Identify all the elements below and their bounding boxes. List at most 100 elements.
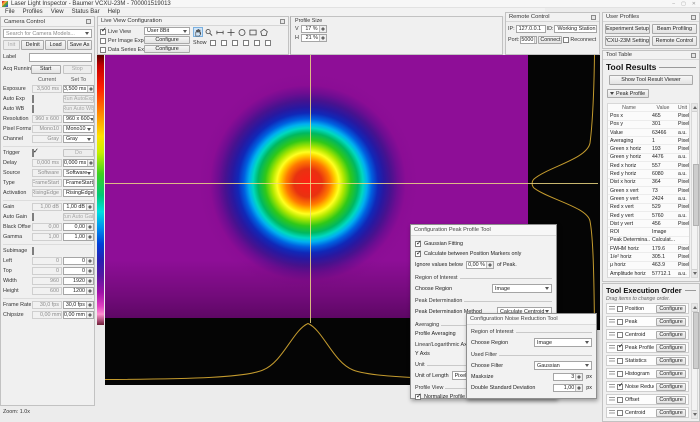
trigger-checkbox[interactable]	[32, 149, 34, 157]
camera-model-select[interactable]: Search for Camera Models...	[3, 29, 92, 38]
drag-handle-icon[interactable]	[609, 345, 615, 350]
drag-handle-icon[interactable]	[609, 410, 615, 415]
show-overlay-checkbox-1[interactable]	[210, 40, 216, 46]
subimage-checkbox[interactable]	[32, 247, 34, 255]
spin-down-icon[interactable]	[321, 29, 325, 31]
spin-up-icon[interactable]	[536, 37, 537, 39]
source-select[interactable]: Software	[63, 169, 94, 177]
configure-button[interactable]: Configure	[656, 305, 686, 313]
pixel-format-select[interactable]: Mono10	[63, 125, 94, 133]
close-icon[interactable]: ✕	[692, 1, 696, 7]
table-row[interactable]: Red y horiz6080a.u.	[608, 170, 689, 178]
width-spinner[interactable]: 1920	[63, 277, 94, 285]
spin-down-icon[interactable]	[577, 377, 581, 379]
show-tool-result-viewer-button[interactable]: Show Tool Result Viewer	[609, 75, 693, 85]
table-row[interactable]: Green x vert73Pixel	[608, 187, 689, 195]
channel-select[interactable]: Gray	[63, 135, 94, 143]
table-row[interactable]: Value63466a.u.	[608, 129, 689, 137]
per-image-export-checkbox[interactable]	[100, 38, 106, 44]
exec-order-scrollbar[interactable]	[691, 303, 698, 419]
chipsize-spinner[interactable]: 0,00 mm	[63, 311, 94, 319]
table-row[interactable]: Green y vert2424a.u.	[608, 195, 689, 203]
auto-exp-checkbox[interactable]	[32, 95, 34, 103]
profile-size-v-spinner[interactable]: 17 %	[301, 25, 327, 33]
per-image-configure-button[interactable]: Configure	[144, 36, 190, 44]
profile-size-h-spinner[interactable]: 21 %	[301, 34, 327, 42]
frame-rate-spinner[interactable]: 30,0 fps	[63, 301, 94, 309]
table-row[interactable]: Red y vert5760a.u.	[608, 212, 689, 220]
auto-gain-checkbox[interactable]	[32, 213, 34, 221]
table-row[interactable]: Amplitude horiz57712.1a.u.	[608, 270, 689, 278]
auto-exp-button[interactable]: Run AutoExp	[63, 95, 94, 103]
menu-item-status-bar[interactable]: Status Bar	[72, 9, 100, 15]
spinner-buttons[interactable]	[86, 258, 93, 264]
crosshair-vertical-line[interactable]	[310, 55, 311, 323]
pin-icon[interactable]	[691, 53, 696, 58]
choose-region-select[interactable]: Image	[492, 284, 552, 293]
table-row[interactable]: μ horiz463.9Pixel	[608, 262, 689, 270]
spinner-buttons[interactable]	[86, 302, 93, 308]
exec-item-checkbox[interactable]	[617, 319, 623, 325]
table-row[interactable]: Green x horiz193Pixel	[608, 145, 689, 153]
exec-item-statistics[interactable]: StatisticsConfigure	[606, 355, 689, 366]
noise-reduction-dialog-titlebar[interactable]: Configuration Noise Reduction Tool	[467, 314, 596, 325]
minimize-icon[interactable]: –	[672, 1, 675, 7]
experiment-setup-button[interactable]: Experiment Setup	[605, 24, 650, 34]
spinner-buttons[interactable]	[86, 278, 93, 284]
exec-item-histogram[interactable]: HistogramConfigure	[606, 368, 689, 379]
crosshair-icon[interactable]	[226, 27, 236, 37]
spin-down-icon[interactable]	[577, 388, 581, 390]
drag-handle-icon[interactable]	[609, 358, 615, 363]
table-row[interactable]: ROIImage	[608, 228, 689, 236]
spinner-buttons[interactable]	[86, 288, 93, 294]
spinner-buttons[interactable]	[87, 86, 94, 92]
drag-handle-icon[interactable]	[609, 319, 615, 324]
line-profile-icon[interactable]	[215, 27, 225, 37]
peak-profile-group-toggle[interactable]: Peak Profile	[607, 89, 649, 98]
scroll-down-icon[interactable]	[692, 269, 697, 277]
spin-down-icon[interactable]	[488, 265, 492, 267]
spinner-buttons[interactable]	[86, 234, 93, 240]
trigger-button[interactable]: Do	[63, 149, 94, 157]
spinner-buttons[interactable]	[86, 224, 93, 230]
menu-item-profiles[interactable]: Profiles	[23, 9, 43, 15]
show-overlay-checkbox-5[interactable]	[254, 40, 260, 46]
gaussian-fitting-checkbox[interactable]	[415, 241, 421, 247]
rectangle-icon[interactable]	[248, 27, 258, 37]
height-spinner[interactable]: 1200	[63, 287, 94, 295]
calc-between-markers-checkbox[interactable]	[415, 251, 421, 257]
show-overlay-checkbox-3[interactable]	[232, 40, 238, 46]
drag-handle-icon[interactable]	[609, 384, 615, 389]
spin-down-icon[interactable]	[321, 38, 325, 40]
pan-hand-icon[interactable]	[193, 27, 203, 37]
table-row[interactable]: Dist x horiz364Pixel	[608, 179, 689, 187]
tool-results-scrollbar[interactable]	[691, 103, 698, 278]
show-overlay-checkbox-4[interactable]	[243, 40, 249, 46]
label-input[interactable]	[29, 53, 92, 62]
exec-item-position[interactable]: PositionConfigure	[606, 303, 689, 314]
configure-button[interactable]: Configure	[656, 331, 686, 339]
exec-item-noise-reduction[interactable]: Noise ReductionConfigure	[606, 381, 689, 392]
reconnect-checkbox[interactable]	[563, 37, 569, 43]
peak-profile-dialog-titlebar[interactable]: Configuration Peak Profile Tool	[411, 225, 556, 236]
exec-item-checkbox[interactable]	[617, 397, 623, 403]
station-id-input[interactable]: Working Station 1	[554, 25, 597, 33]
exec-item-checkbox[interactable]	[617, 384, 623, 390]
scroll-up-icon[interactable]	[692, 104, 697, 112]
scrollbar-thumb[interactable]	[693, 164, 700, 226]
pin-icon[interactable]	[280, 19, 285, 24]
configure-button[interactable]: Configure	[656, 409, 686, 417]
ip-input[interactable]: 127.0.0.1	[516, 25, 546, 33]
auto-gain-button[interactable]: Run Auto Gain	[63, 213, 94, 221]
data-series-export-checkbox[interactable]	[100, 47, 106, 53]
table-row[interactable]: Averaging1Pixel	[608, 137, 689, 145]
port-spinner[interactable]: 5000	[520, 36, 537, 44]
table-row[interactable]: FWHM horiz179.6Pixel	[608, 245, 689, 253]
exec-item-peak-profile[interactable]: Peak ProfileConfigure	[606, 342, 689, 353]
maximize-icon[interactable]: ▢	[681, 1, 686, 7]
pin-icon[interactable]	[691, 15, 696, 20]
drag-handle-icon[interactable]	[609, 332, 615, 337]
auto-wb-button[interactable]: Run Auto WB	[63, 105, 94, 113]
top-spinner[interactable]: 0	[63, 267, 94, 275]
exec-item-checkbox[interactable]	[617, 345, 623, 351]
